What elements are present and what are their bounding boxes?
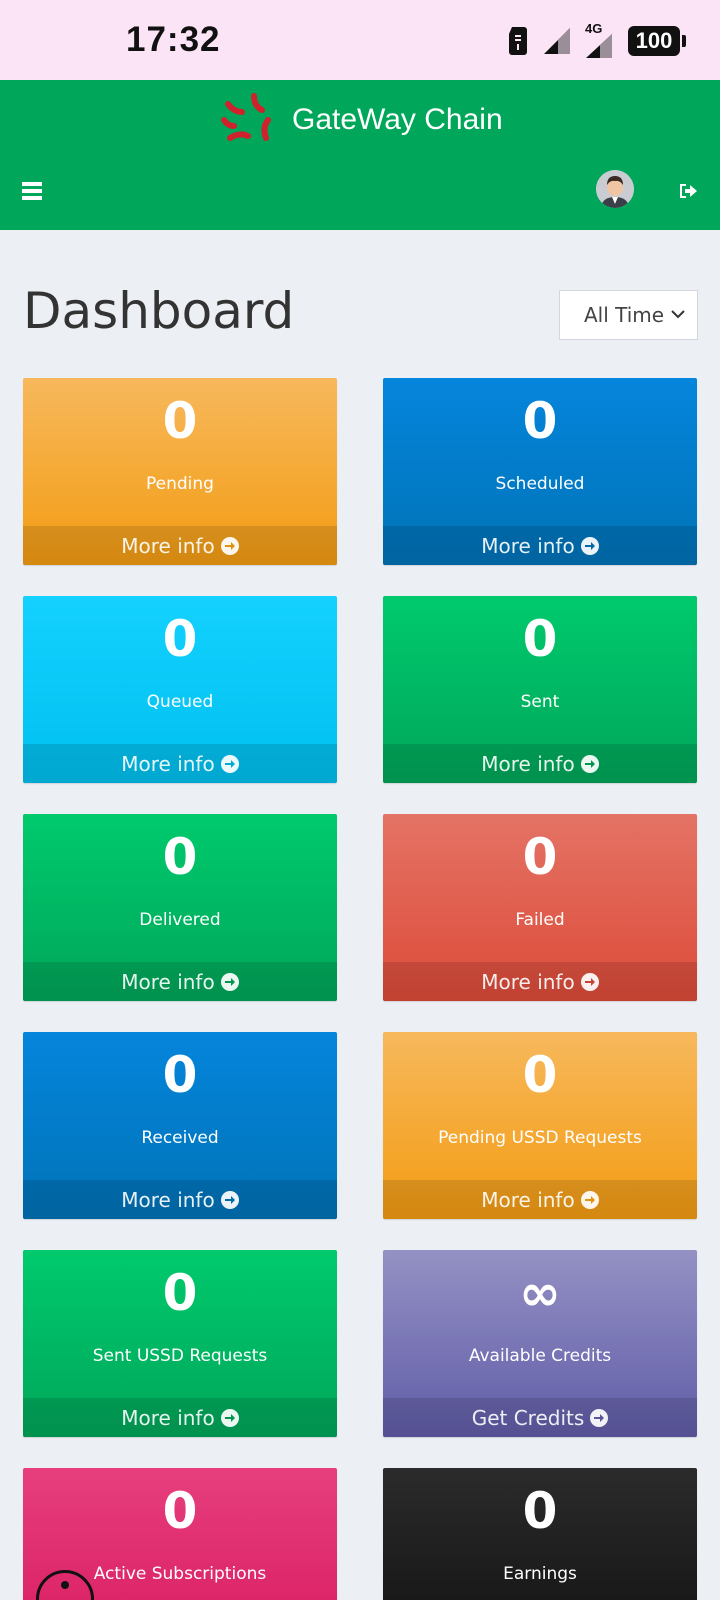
card-value: 0 bbox=[522, 610, 558, 668]
card-value: 0 bbox=[162, 610, 198, 668]
info-icon bbox=[61, 1581, 69, 1589]
card-label: Delivered bbox=[139, 910, 221, 930]
card-pending: 0 Pending More info bbox=[23, 378, 337, 565]
card-value: 0 bbox=[162, 1046, 198, 1104]
card-pending-ussd: 0 Pending USSD Requests More info bbox=[383, 1032, 697, 1219]
card-failed: 0 Failed More info bbox=[383, 814, 697, 1001]
hamburger-icon bbox=[22, 182, 42, 186]
arrow-circle-right-icon bbox=[580, 754, 599, 773]
card-value: 0 bbox=[522, 1046, 558, 1104]
more-info-link[interactable]: More info bbox=[23, 526, 337, 565]
arrow-circle-right-icon bbox=[590, 1408, 609, 1427]
more-info-link[interactable]: More info bbox=[383, 744, 697, 783]
card-label: Received bbox=[141, 1128, 219, 1148]
card-value: 0 bbox=[522, 1482, 558, 1540]
arrow-circle-right-icon bbox=[220, 972, 239, 991]
card-label: Sent bbox=[520, 692, 560, 712]
card-value: 0 bbox=[162, 1264, 198, 1322]
avatar[interactable] bbox=[596, 170, 634, 208]
date-range-select[interactable]: All Time bbox=[559, 290, 698, 340]
arrow-circle-right-icon bbox=[220, 1408, 239, 1427]
brand[interactable]: GateWay Chain bbox=[218, 90, 503, 150]
card-value: 0 bbox=[522, 392, 558, 450]
more-info-link[interactable]: More info bbox=[23, 1180, 337, 1219]
card-sent: 0 Sent More info bbox=[383, 596, 697, 783]
more-info-link[interactable]: More info bbox=[383, 526, 697, 565]
more-info-link[interactable]: More info bbox=[383, 1180, 697, 1219]
status-icons: 4G 100 bbox=[506, 21, 686, 58]
chevron-down-icon bbox=[671, 310, 685, 319]
card-earnings: 0 Earnings bbox=[383, 1468, 697, 1600]
card-value: ∞ bbox=[519, 1264, 561, 1322]
battery-icon: 100 bbox=[628, 26, 686, 56]
card-value: 0 bbox=[522, 828, 558, 886]
arrow-circle-right-icon bbox=[580, 972, 599, 991]
page-title: Dashboard bbox=[23, 282, 295, 340]
card-delivered: 0 Delivered More info bbox=[23, 814, 337, 1001]
arrow-circle-right-icon bbox=[580, 536, 599, 555]
card-value: 0 bbox=[162, 1482, 198, 1540]
card-label: Queued bbox=[146, 692, 214, 712]
brand-name: GateWay Chain bbox=[292, 103, 503, 136]
card-label: Pending USSD Requests bbox=[438, 1128, 642, 1148]
arrow-circle-right-icon bbox=[220, 1190, 239, 1209]
signal-4g-icon: 4G bbox=[584, 21, 616, 58]
card-sent-ussd: 0 Sent USSD Requests More info bbox=[23, 1250, 337, 1437]
card-label: Failed bbox=[515, 910, 565, 930]
card-received: 0 Received More info bbox=[23, 1032, 337, 1219]
arrow-circle-right-icon bbox=[220, 536, 239, 555]
card-scheduled: 0 Scheduled More info bbox=[383, 378, 697, 565]
more-info-link[interactable]: More info bbox=[383, 962, 697, 1001]
get-credits-link[interactable]: Get Credits bbox=[383, 1398, 697, 1437]
arrow-circle-right-icon bbox=[580, 1190, 599, 1209]
status-time: 17:32 bbox=[126, 20, 221, 59]
user-avatar-icon bbox=[596, 170, 634, 208]
menu-toggle-button[interactable] bbox=[22, 182, 42, 200]
battery-level: 100 bbox=[635, 28, 673, 53]
app-header: GateWay Chain bbox=[0, 80, 720, 230]
card-value: 0 bbox=[162, 828, 198, 886]
status-bar: 17:32 4G 100 bbox=[0, 0, 720, 80]
brand-logo-icon bbox=[221, 93, 271, 141]
more-info-link[interactable]: More info bbox=[23, 744, 337, 783]
sim-icon bbox=[506, 26, 530, 56]
date-range-value: All Time bbox=[584, 303, 665, 327]
card-label: Available Credits bbox=[468, 1346, 612, 1366]
card-available-credits: ∞ Available Credits Get Credits bbox=[383, 1250, 697, 1437]
card-label: Sent USSD Requests bbox=[92, 1346, 268, 1366]
arrow-circle-right-icon bbox=[220, 754, 239, 773]
more-info-link[interactable]: More info bbox=[23, 962, 337, 1001]
logout-icon[interactable] bbox=[678, 182, 698, 200]
help-button[interactable] bbox=[36, 1570, 94, 1600]
card-queued: 0 Queued More info bbox=[23, 596, 337, 783]
signal-icon bbox=[542, 26, 572, 56]
card-label: Earnings bbox=[503, 1564, 577, 1584]
more-info-link[interactable]: More info bbox=[23, 1398, 337, 1437]
card-value: 0 bbox=[162, 392, 198, 450]
card-label: Pending bbox=[146, 474, 214, 494]
card-label: Scheduled bbox=[495, 474, 585, 494]
